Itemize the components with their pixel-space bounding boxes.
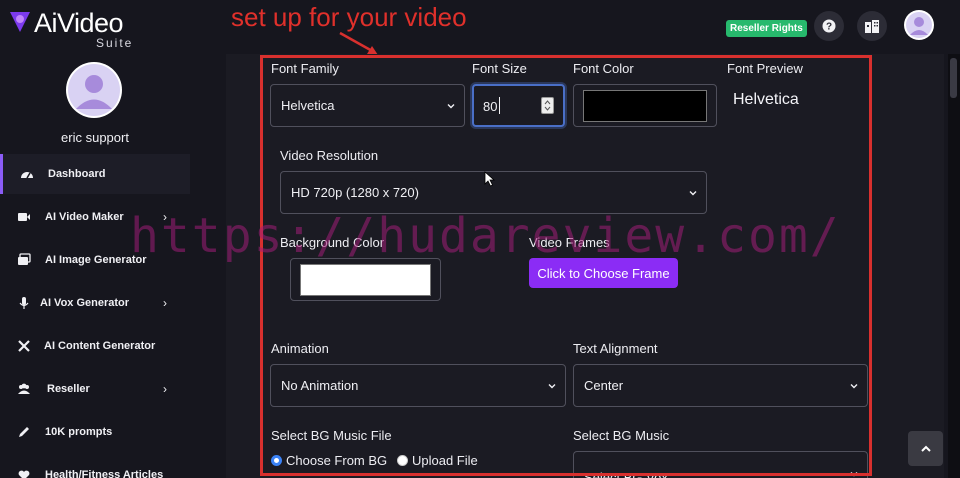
number-spinner[interactable] xyxy=(541,97,554,114)
users-icon xyxy=(18,383,30,394)
brand-logo[interactable]: AiVideo Suite xyxy=(8,8,148,50)
sidebar-avatar xyxy=(66,62,122,118)
font-preview-text: Helvetica xyxy=(733,91,799,108)
text-alignment-label: Text Alignment xyxy=(573,341,658,356)
brand-name: AiVideo xyxy=(34,8,124,38)
font-color-picker[interactable] xyxy=(573,84,717,127)
bg-music-value: Select BG Vox xyxy=(584,470,668,478)
font-color-swatch xyxy=(583,90,707,122)
choose-frame-button[interactable]: Click to Choose Frame xyxy=(529,258,678,288)
choose-from-bg-radio[interactable] xyxy=(271,455,282,466)
mouse-cursor-icon xyxy=(484,171,496,187)
sidebar-item-health-fitness-articles[interactable]: Health/Fitness Articles xyxy=(0,455,190,478)
heart-icon xyxy=(18,470,30,478)
font-size-input[interactable]: 80 xyxy=(472,84,565,127)
top-bar: AiVideo Suite set up for your video Rese… xyxy=(0,0,960,55)
font-family-select[interactable]: Helvetica xyxy=(270,84,465,127)
user-avatar-icon xyxy=(906,12,932,38)
font-family-label: Font Family xyxy=(271,61,339,76)
choose-from-bg-label[interactable]: Choose From BG xyxy=(286,453,387,468)
bg-music-label: Select BG Music xyxy=(573,428,670,443)
text-alignment-value: Center xyxy=(584,378,624,393)
brand-logo-icon xyxy=(10,12,30,32)
animation-label: Animation xyxy=(271,341,329,356)
scrollbar-thumb[interactable] xyxy=(950,58,957,98)
reseller-rights-badge[interactable]: Reseller Rights xyxy=(726,20,807,37)
images-icon xyxy=(18,253,31,265)
sidebar-item-label: AI Vox Generator xyxy=(40,297,130,309)
bg-music-file-label: Select BG Music File xyxy=(271,428,392,443)
upload-file-radio[interactable] xyxy=(397,455,408,466)
video-resolution-value: HD 720p (1280 x 720) xyxy=(291,185,419,200)
tools-icon xyxy=(18,340,30,352)
background-color-picker[interactable] xyxy=(290,258,441,301)
chevron-right-icon: › xyxy=(163,382,167,396)
help-icon: ? xyxy=(822,19,836,33)
sidebar-item-label: Dashboard xyxy=(48,168,106,180)
font-preview-label: Font Preview xyxy=(727,61,803,76)
sidebar-item-10k-prompts[interactable]: 10K prompts xyxy=(0,412,190,452)
pen-icon xyxy=(19,427,29,437)
dashboard-icon xyxy=(21,172,33,179)
chevron-down-icon xyxy=(850,383,858,388)
help-button[interactable]: ? xyxy=(814,11,844,41)
font-family-value: Helvetica xyxy=(281,98,335,113)
annotation-text: set up for your video xyxy=(231,2,467,32)
microphone-icon xyxy=(19,297,29,309)
bg-music-select[interactable]: Select BG Vox xyxy=(573,451,868,478)
user-avatar[interactable] xyxy=(904,10,934,40)
organization-button[interactable] xyxy=(857,11,887,41)
sidebar-item-reseller[interactable]: Reseller › xyxy=(0,369,190,409)
chevron-right-icon: › xyxy=(163,210,167,224)
font-size-value: 80 xyxy=(483,99,498,114)
sidebar-item-label: AI Content Generator xyxy=(44,340,156,352)
sidebar-item-label: 10K prompts xyxy=(45,426,113,438)
chevron-down-icon xyxy=(850,472,858,477)
animation-value: No Animation xyxy=(281,378,359,393)
sidebar-item-label: AI Image Generator xyxy=(45,254,147,266)
sidebar-item-label: Health/Fitness Articles xyxy=(45,469,164,478)
building-icon xyxy=(865,20,879,33)
svg-text:?: ? xyxy=(826,22,832,33)
chevron-right-icon: › xyxy=(163,296,167,310)
text-alignment-select[interactable]: Center xyxy=(573,364,868,407)
sidebar-username: eric support xyxy=(61,130,129,145)
video-camera-icon xyxy=(18,213,30,221)
page-scrollbar[interactable] xyxy=(948,54,960,478)
font-color-label: Font Color xyxy=(573,61,634,76)
spinner-arrows-icon xyxy=(544,100,551,111)
chevron-up-icon xyxy=(920,445,931,452)
chevron-down-icon xyxy=(689,190,697,195)
video-frames-label: Video Frames xyxy=(529,235,610,250)
user-avatar-icon xyxy=(68,64,120,116)
sidebar: eric support Dashboard AI Video Maker › … xyxy=(0,54,207,478)
chevron-down-icon xyxy=(548,383,556,388)
sidebar-item-ai-content-generator[interactable]: AI Content Generator xyxy=(0,326,190,366)
chevron-down-icon xyxy=(447,103,455,108)
scroll-to-top-button[interactable] xyxy=(908,431,943,466)
animation-select[interactable]: No Animation xyxy=(270,364,566,407)
text-cursor xyxy=(499,97,500,114)
sidebar-item-ai-image-generator[interactable]: AI Image Generator xyxy=(0,240,190,280)
upload-file-label[interactable]: Upload File xyxy=(412,453,478,468)
brand-sub: Suite xyxy=(96,36,134,50)
background-color-label: Background Color xyxy=(280,235,385,250)
video-resolution-label: Video Resolution xyxy=(280,148,379,163)
sidebar-item-dashboard[interactable]: Dashboard xyxy=(0,154,190,194)
font-size-label: Font Size xyxy=(472,61,527,76)
sidebar-item-label: Reseller xyxy=(47,383,90,395)
background-color-swatch xyxy=(300,264,431,296)
sidebar-item-ai-vox-generator[interactable]: AI Vox Generator › xyxy=(0,283,190,323)
sidebar-item-label: AI Video Maker xyxy=(45,211,124,223)
sidebar-item-ai-video-maker[interactable]: AI Video Maker › xyxy=(0,197,190,237)
